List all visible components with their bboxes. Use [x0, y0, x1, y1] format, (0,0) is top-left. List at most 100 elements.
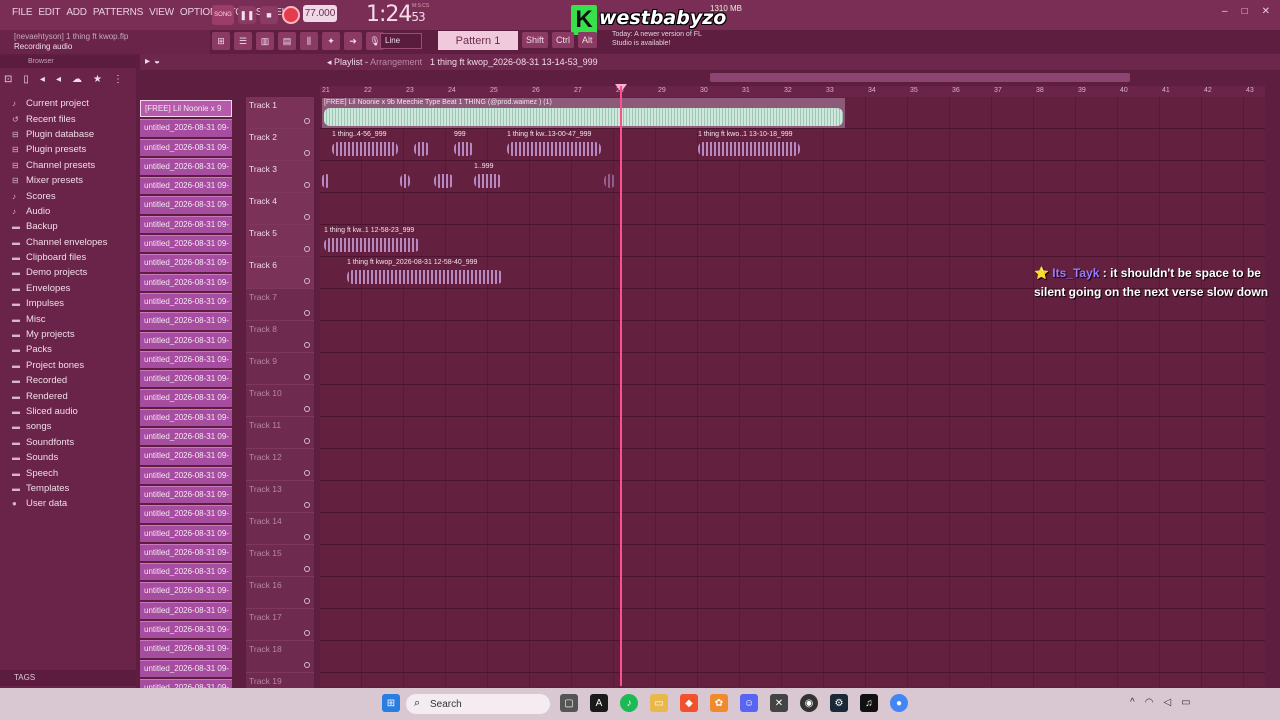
track-mute-icon[interactable] — [304, 118, 310, 124]
browser-item[interactable]: ♪ Audio — [12, 204, 107, 219]
track-mute-icon[interactable] — [304, 502, 310, 508]
clip-list-item[interactable]: untitled_2026-08-31 09- — [140, 563, 232, 581]
volume-icon[interactable]: ◁ — [1163, 697, 1171, 708]
clip-list-item[interactable]: untitled_2026-08-31 09- — [140, 601, 232, 620]
chrome-icon[interactable]: ● — [890, 694, 908, 712]
track-header[interactable]: Track 2 — [246, 129, 314, 161]
browser-item[interactable]: ▬ Clipboard files — [12, 250, 107, 265]
browser-item[interactable]: ▬ Impulses — [12, 296, 107, 311]
audio-clip[interactable] — [398, 162, 412, 192]
clip-list-item[interactable]: untitled_2026-08-31 09- — [140, 408, 232, 427]
star-icon[interactable]: ★ — [93, 74, 102, 85]
menu-add[interactable]: ADD — [66, 7, 87, 18]
track-mute-icon[interactable] — [304, 150, 310, 156]
mixer-icon[interactable]: ⫼ — [300, 32, 318, 50]
audio-clip[interactable]: 999 — [452, 130, 476, 160]
track-mute-icon[interactable] — [304, 374, 310, 380]
audio-clip[interactable]: 1..999 — [472, 162, 504, 192]
browser-item[interactable]: ⊟ Plugin database — [12, 127, 107, 142]
clip-list-item[interactable]: untitled_2026-08-31 09- — [140, 292, 232, 311]
track-lane[interactable] — [320, 161, 1265, 193]
audio-clip[interactable]: 1 thing ft kw..1 12-58-23_999 — [322, 226, 422, 256]
track-mute-icon[interactable] — [304, 598, 310, 604]
magnet-icon[interactable]: ◒ — [154, 56, 160, 67]
track-mute-icon[interactable] — [304, 278, 310, 284]
playlist-grid[interactable]: [FREE] Lil Noonie x 9b Meechie Type Beat… — [320, 97, 1265, 705]
clip-list-item[interactable]: untitled_2026-08-31 09- — [140, 389, 232, 407]
clip-list-item[interactable]: untitled_2026-08-31 09- — [140, 350, 232, 369]
track-lane[interactable] — [320, 577, 1265, 609]
clip-list-item[interactable]: untitled_2026-08-31 09- — [140, 215, 232, 234]
ctrl-key[interactable]: Ctrl — [552, 32, 575, 48]
track-mute-icon[interactable] — [304, 214, 310, 220]
clip-list-item[interactable]: untitled_2026-08-31 09- — [140, 235, 232, 253]
clip-list-item[interactable]: untitled_2026-08-31 09- — [140, 485, 232, 504]
clip-list-item[interactable]: untitled_2026-08-31 09- — [140, 640, 232, 658]
track-header[interactable]: Track 6 — [246, 257, 314, 289]
steam-icon[interactable]: ⚙ — [830, 694, 848, 712]
browser-item[interactable]: ▬ Recorded — [12, 373, 107, 388]
browser-item[interactable]: ▬ Sounds — [12, 450, 107, 465]
browser-item[interactable]: ▬ Rendered — [12, 388, 107, 403]
windows-start-icon[interactable]: ⊞ — [382, 694, 400, 712]
clip-list-item[interactable]: untitled_2026-08-31 09- — [140, 428, 232, 446]
menu-edit[interactable]: EDIT — [38, 7, 60, 18]
clip-list-item[interactable]: untitled_2026-08-31 09- — [140, 370, 232, 388]
menu-file[interactable]: FILE — [12, 7, 33, 18]
browser-item[interactable]: ● User data — [12, 496, 107, 511]
browser-item[interactable]: ▬ Project bones — [12, 358, 107, 373]
track-header[interactable]: Track 15 — [246, 545, 314, 577]
clip-list-item[interactable]: untitled_2026-08-31 09- — [140, 331, 232, 349]
clip-list-item[interactable]: untitled_2026-08-31 09- — [140, 505, 232, 523]
track-header[interactable]: Track 7 — [246, 289, 314, 321]
snap-icon[interactable]: ⊞ — [212, 32, 230, 50]
browser-item[interactable]: ▬ Envelopes — [12, 281, 107, 296]
track-header[interactable]: Track 14 — [246, 513, 314, 545]
browser-item[interactable]: ▬ Demo projects — [12, 265, 107, 280]
channel-rack-icon[interactable]: ▤ — [278, 32, 296, 50]
audio-clip-beat[interactable]: [FREE] Lil Noonie x 9b Meechie Type Beat… — [322, 98, 845, 128]
browser-item[interactable]: ▬ Templates — [12, 481, 107, 496]
track-mute-icon[interactable] — [304, 246, 310, 252]
browser-item[interactable]: ▬ Backup — [12, 219, 107, 234]
fl-studio-icon[interactable]: ✿ — [710, 694, 728, 712]
track-lane[interactable] — [320, 481, 1265, 513]
track-lane[interactable] — [320, 193, 1265, 225]
minimize-icon[interactable]: – — [1222, 6, 1228, 17]
audio-clip[interactable] — [320, 162, 332, 192]
file-explorer-icon[interactable]: ▭ — [650, 694, 668, 712]
track-mute-icon[interactable] — [304, 470, 310, 476]
track-lane[interactable] — [320, 513, 1265, 545]
browser-item[interactable]: ♪ Current project — [12, 96, 107, 111]
record-button[interactable] — [282, 6, 300, 24]
clip-list-item[interactable]: untitled_2026-08-31 09- — [140, 273, 232, 291]
left-arrow-icon[interactable]: ◂ — [40, 74, 45, 85]
track-mute-icon[interactable] — [304, 662, 310, 668]
menu-view[interactable]: VIEW — [149, 7, 174, 18]
clip-list-item[interactable]: untitled_2026-08-31 09- — [140, 621, 232, 639]
audio-clip[interactable]: 1 thing ft kwo..1 13-10-18_999 — [696, 130, 802, 160]
browser-item[interactable]: ▬ Channel envelopes — [12, 235, 107, 250]
track-mute-icon[interactable] — [304, 310, 310, 316]
update-news[interactable]: Today: A newer version of FL Studio is a… — [612, 30, 722, 52]
song-mode-toggle[interactable]: SONG — [212, 5, 234, 25]
track-lane[interactable] — [320, 385, 1265, 417]
spotify-icon[interactable]: ♪ — [620, 694, 638, 712]
clip-list-item[interactable]: untitled_2026-08-31 09- — [140, 524, 232, 542]
recording-clip[interactable] — [602, 162, 618, 192]
clip-list-item[interactable]: untitled_2026-08-31 09- — [140, 119, 232, 137]
track-lane[interactable] — [320, 353, 1265, 385]
browser-item[interactable]: ♪ Scores — [12, 188, 107, 203]
piano-roll-icon[interactable]: ▥ — [256, 32, 274, 50]
audio-clip[interactable]: 1 thing..4-56_999 — [330, 130, 400, 160]
track-header[interactable]: Track 4 — [246, 193, 314, 225]
brave-icon[interactable]: ◆ — [680, 694, 698, 712]
track-lane[interactable] — [320, 609, 1265, 641]
audio-clip[interactable]: 1 thing ft kw..13-00-47_999 — [505, 130, 603, 160]
task-view-icon[interactable]: ▢ — [560, 694, 578, 712]
clip-list-item[interactable]: untitled_2026-08-31 09- — [140, 543, 232, 562]
browser-item[interactable]: ⊟ Channel presets — [12, 158, 107, 173]
speaker-icon[interactable]: ◂ — [56, 74, 61, 85]
close-icon[interactable]: ✕ — [1262, 6, 1270, 17]
browser-item[interactable]: ▬ songs — [12, 419, 107, 434]
